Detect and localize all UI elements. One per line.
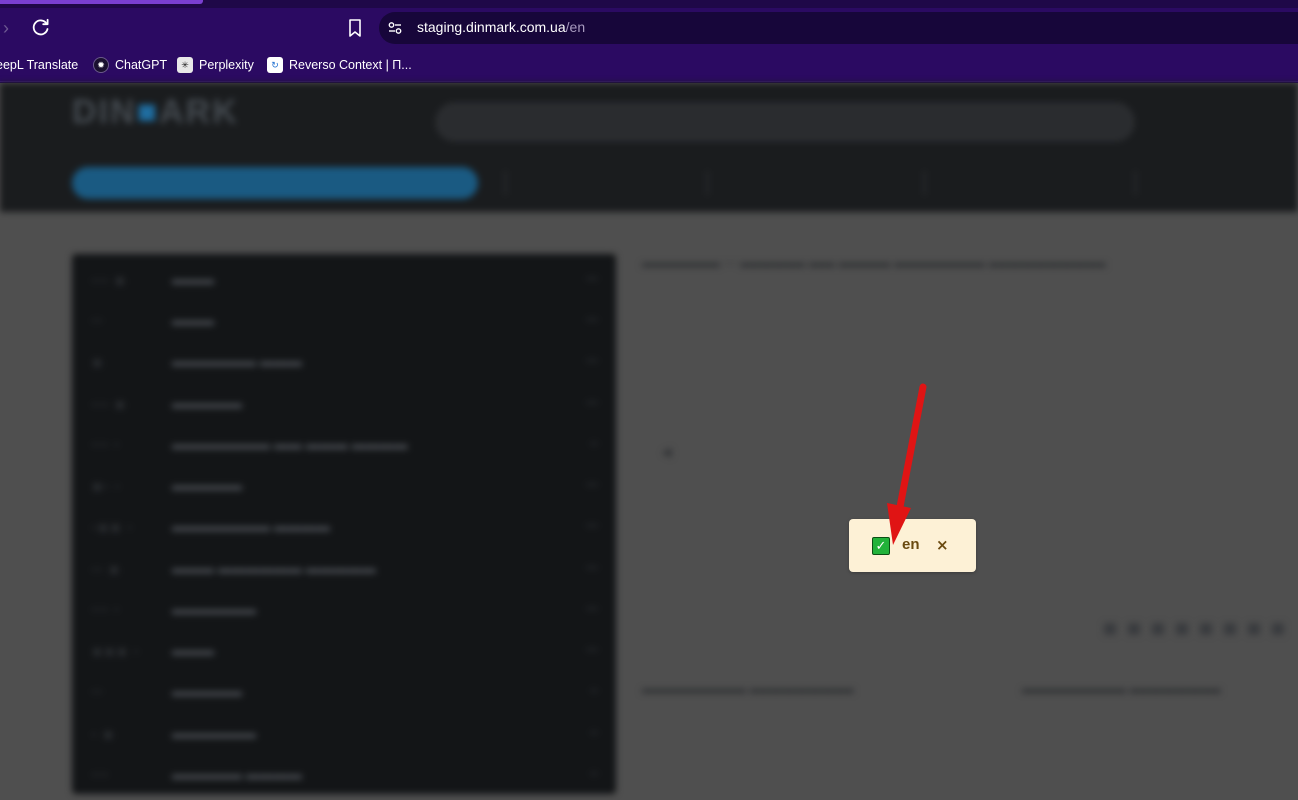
category-item: ▪ ▣ ▬▬▬▬▬▬ ▪▪	[92, 725, 598, 741]
category-item: ▪▪ ▬▬▬▬▬ ▪▪	[92, 683, 598, 699]
url-host: staging.dinmark.com.ua	[417, 19, 566, 35]
site-header: DIN■ARK	[0, 83, 1298, 212]
bookmark-deepl[interactable]: eepL Translate	[0, 55, 78, 75]
catalog-button	[72, 167, 478, 199]
blurred-heading: ▬▬▬▬▬▬ — ▬▬▬▬▬ ▬▬ ▬▬▬▬ ▬▬▬▬▬▬▬ ▬▬▬▬▬▬▬▬▬	[642, 255, 1106, 270]
slider-dots	[1104, 623, 1284, 635]
site-nav-item	[1135, 171, 1298, 195]
site-nav-item	[505, 171, 689, 195]
site-logo: DIN■ARK	[72, 93, 239, 131]
chatgpt-icon: ✹	[93, 57, 109, 73]
blurred-section-title: ▬▬▬▬▬▬▬▬ ▬▬▬▬▬▬▬▬	[642, 681, 854, 696]
category-item: ▪▪▪ ▪ ▬▬▬▬▬▬ ▪▪▪	[92, 601, 598, 617]
category-item: ▪▪ ▣ ▬▬▬ ▬▬▬▬▬▬ ▬▬▬▬▬ ▪▪▪	[92, 560, 598, 576]
url-path: /en	[565, 19, 586, 35]
blurred-section-title: ▬▬▬▬▬▬▬▬ ▬▬▬▬▬▬▬	[1022, 681, 1221, 696]
bookmark-reverso[interactable]: ↻ Reverso Context | П...	[267, 55, 412, 75]
bookmark-label: eepL Translate	[0, 58, 79, 72]
site-nav-item	[924, 171, 1114, 195]
category-item: ▪▪▪ ▪ ▬▬▬▬▬▬▬ ▬▬ ▬▬▬ ▬▬▬▬ ▪▪	[92, 436, 598, 452]
category-item: ▣▣▣ ▪ ▬▬▬ ▪▪▪	[92, 642, 598, 658]
category-item: ▣▪ ▪ ▬▬▬▬▬ ▪▪▪	[92, 477, 598, 493]
category-sidebar: ▪▪▪ ▣ ▬▬▬ ▪▪▪ ▪▪ ▬▬▬ ▪▪▪ ▣ ▬▬▬▬▬▬ ▬▬▬ ▪▪▪ ▪▪▪ …	[72, 254, 616, 794]
site-nav-item	[707, 171, 907, 195]
language-label: en	[902, 536, 920, 553]
language-popup: ✓ en ×	[849, 519, 976, 572]
bookmark-label: Perplexity	[199, 58, 254, 72]
perplexity-icon: ✳	[177, 57, 193, 73]
browser-toolbar: › staging.dinmark.com.ua/en	[0, 8, 1298, 48]
bookmarks-bar: eepL Translate ✹ ChatGPT ✳ Perplexity ↻ …	[0, 48, 1298, 82]
category-item: ▪▪ ▬▬▬ ▪▪▪	[92, 312, 598, 328]
bookmark-icon[interactable]	[346, 18, 364, 38]
bookmark-chatgpt[interactable]: ✹ ChatGPT	[93, 55, 167, 75]
checkmark-icon[interactable]: ✓	[872, 537, 890, 555]
category-item: ▪▪▪ ▣ ▬▬▬ ▪▪▪	[92, 271, 598, 287]
browser-chrome: › staging.dinmark.com.ua/en eepL Transla…	[0, 0, 1298, 83]
bookmark-perplexity[interactable]: ✳ Perplexity	[177, 55, 254, 75]
reload-icon[interactable]	[31, 17, 51, 37]
active-tab-indicator[interactable]	[0, 0, 203, 4]
category-item: ▪▪▪ ▬▬▬▬▬ ▬▬▬▬ ▪▪	[92, 766, 598, 782]
category-item: ▪▪▪ ▣ ▬▬▬▬▬ ▪▪▪	[92, 395, 598, 411]
bookmark-label: Reverso Context | П...	[289, 58, 412, 72]
bookmark-label: ChatGPT	[115, 58, 168, 72]
url-text[interactable]: staging.dinmark.com.ua/en	[417, 19, 585, 35]
blurred-webpage: DIN■ARK ▪▪▪ ▣ ▬▬▬ ▪▪▪ ▪▪ ▬▬▬ ▪▪▪ ▣ ▬▬▬▬▬▬ ▬▬▬…	[0, 83, 1298, 794]
slider-prev-icon: ◀	[662, 445, 672, 459]
category-item: ▣ ▬▬▬▬▬▬ ▬▬▬ ▪▪▪	[92, 353, 598, 369]
site-search	[436, 103, 1134, 141]
forward-icon[interactable]: ›	[3, 18, 21, 38]
close-icon[interactable]: ×	[936, 536, 949, 554]
reverso-icon: ↻	[267, 57, 283, 73]
site-info-icon[interactable]	[387, 20, 403, 36]
tab-strip	[0, 0, 1298, 8]
category-item: ▪▣▣ ▪ ▬▬▬▬▬▬▬ ▬▬▬▬ ▪▪▪	[92, 518, 598, 534]
